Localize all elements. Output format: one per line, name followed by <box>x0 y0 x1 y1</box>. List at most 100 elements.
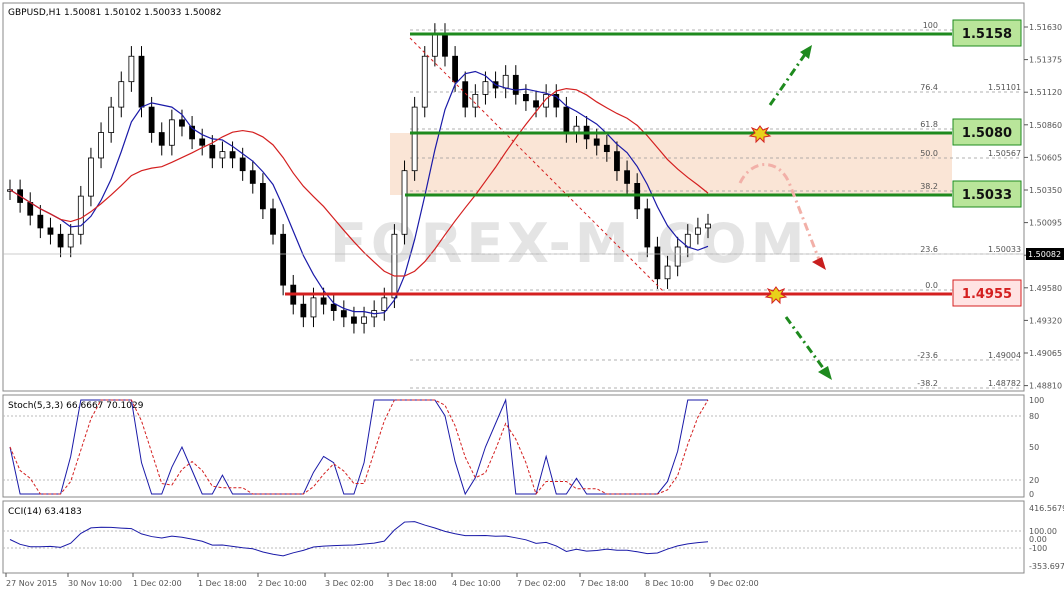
cci-tick-label: 416.5679 <box>1029 504 1064 513</box>
time-tick-label: 9 Dec 02:00 <box>710 579 759 588</box>
fib-value: 1.48782 <box>988 379 1021 388</box>
candle-body <box>351 316 357 324</box>
symbol-info: GBPUSD,H1 1.50081 1.50102 1.50033 1.5008… <box>8 8 221 18</box>
fib-value: 1.51101 <box>988 83 1021 92</box>
time-tick-label: 7 Dec 02:00 <box>517 579 566 588</box>
svg-text:1.5033: 1.5033 <box>962 188 1012 203</box>
candle-body <box>98 132 104 159</box>
candle-body <box>421 55 428 108</box>
candle-body <box>391 233 398 299</box>
time-tick-label: 4 Dec 10:00 <box>452 579 501 588</box>
stoch-tick-label: 50 <box>1029 443 1039 452</box>
svg-text:1.50082: 1.50082 <box>1028 250 1061 259</box>
candle-body <box>320 297 327 305</box>
candle-body <box>108 106 115 133</box>
time-tick-label: 8 Dec 10:00 <box>645 579 694 588</box>
stoch-tick-label: 100 <box>1029 396 1044 405</box>
price-tick-label: 1.50350 <box>1029 186 1062 195</box>
price-tick-label: 1.50095 <box>1029 219 1062 228</box>
current-price-tag: 1.50082 <box>1026 248 1064 260</box>
time-tick-label: 1 Dec 02:00 <box>133 579 182 588</box>
cci-tick-label: -353.697 <box>1029 562 1064 571</box>
time-axis: 27 Nov 2015 30 Nov 10:00 1 Dec 02:00 1 Dec … <box>5 573 759 588</box>
candle-body <box>138 55 145 108</box>
candle-body <box>523 93 529 102</box>
svg-text:1.4955: 1.4955 <box>962 287 1012 302</box>
candle-body <box>57 233 64 248</box>
cci-tick-label: -100 <box>1029 544 1047 553</box>
stoch-tick-label: 0 <box>1029 490 1034 499</box>
stoch-tick-label: 20 <box>1029 476 1039 485</box>
stoch-panel <box>2 394 1025 498</box>
time-tick-label: 2 Dec 10:00 <box>258 579 307 588</box>
candle-body <box>664 265 671 280</box>
candle-body <box>603 144 610 153</box>
candle-body <box>67 233 74 248</box>
candle-body <box>148 106 155 133</box>
candle-body <box>199 138 206 146</box>
fib-label: 100 <box>923 21 938 30</box>
fib-label: 0.0 <box>925 281 938 290</box>
candle-body <box>401 170 408 235</box>
time-tick-label: 30 Nov 10:00 <box>68 579 122 588</box>
candle-body <box>694 227 701 235</box>
candle-body <box>27 202 34 216</box>
fib-label: 23.6 <box>920 245 938 254</box>
candle-body <box>431 32 438 57</box>
candle-body <box>168 119 175 146</box>
candle-body <box>179 119 185 127</box>
fib-label: -38.2 <box>917 379 938 388</box>
candle-body <box>624 170 630 184</box>
price-tick-label: 1.50860 <box>1029 121 1062 130</box>
svg-text:1.5080: 1.5080 <box>962 126 1012 141</box>
fib-label: 38.2 <box>920 182 938 191</box>
price-tick-label: 1.50605 <box>1029 153 1062 162</box>
candle-body <box>249 170 256 184</box>
fib-label: -23.6 <box>917 351 938 360</box>
chart-canvas: FOREX-M.COM 10076.4 1.5110161.850.0 1.5056… <box>2 2 1064 588</box>
candle-body <box>259 183 266 210</box>
fib-label: 61.8 <box>920 120 938 129</box>
time-tick-label: 3 Dec 02:00 <box>325 579 374 588</box>
candle-body <box>512 74 519 95</box>
candle-body <box>482 81 489 95</box>
candle-body <box>209 144 216 159</box>
main-panel <box>2 2 1025 392</box>
level-box-low: 1.5033 <box>952 180 1022 208</box>
time-tick-label: 1 Dec 18:00 <box>198 579 247 588</box>
stoch-axis: 100 80 50 20 0 <box>1029 396 1044 499</box>
cci-axis: 416.5679100.000.00-100-353.697 <box>1029 504 1064 571</box>
candle-body <box>47 227 54 235</box>
candle-body <box>118 81 125 108</box>
fib-label: 50.0 <box>920 149 938 158</box>
price-tick-label: 1.51630 <box>1029 23 1062 32</box>
candle-body <box>158 132 165 146</box>
cci-tick-label: 0.00 <box>1029 535 1047 544</box>
candle-body <box>654 246 661 280</box>
candle-body <box>472 93 479 108</box>
candle-body <box>88 157 94 197</box>
candle-body <box>330 303 337 311</box>
price-tick-label: 1.51375 <box>1029 56 1062 65</box>
candle-body <box>411 106 418 172</box>
fib-value: 1.49004 <box>988 351 1021 360</box>
price-tick-label: 1.49320 <box>1029 316 1062 325</box>
candle-body <box>614 151 620 172</box>
candle-body <box>219 151 226 159</box>
candle-body <box>674 246 681 267</box>
level-box-mid: 1.5080 <box>952 118 1022 146</box>
candle-body <box>644 208 651 248</box>
candle-body <box>502 74 509 89</box>
candle-body <box>705 223 711 229</box>
cci-title: CCI(14) 63.4183 <box>8 507 82 517</box>
price-tick-label: 1.48810 <box>1029 382 1062 391</box>
fib-value: 1.50567 <box>988 149 1021 158</box>
level-box-top: 1.5158 <box>952 19 1022 47</box>
price-axis: 1.51630 1.51375 1.51120 1.50860 1.50605 1.503… <box>1024 23 1062 391</box>
candle-body <box>300 303 307 318</box>
candle-body <box>381 297 388 311</box>
candle-body <box>442 32 448 57</box>
time-tick-label: 27 Nov 2015 <box>6 579 57 588</box>
time-tick-label: 7 Dec 18:00 <box>580 579 629 588</box>
candle-body <box>229 151 236 159</box>
